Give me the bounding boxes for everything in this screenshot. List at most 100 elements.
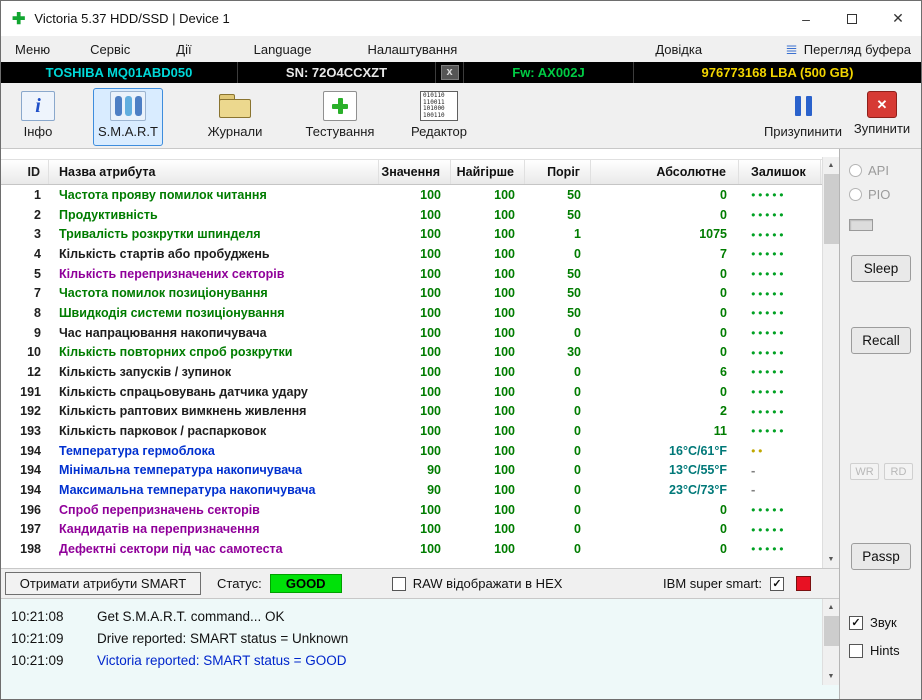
attr-worst: 100 (494, 345, 515, 360)
ibm-super-smart-checkbox[interactable]: ✓ (770, 576, 784, 591)
smart-attribute-row-194[interactable]: 194 Мінімальна температура накопичувача 90… (1, 460, 822, 480)
smart-status-bar: Отримати атрибути SMART Статус: GOOD RAW… (1, 568, 839, 599)
column-header-0[interactable]: ID (1, 160, 49, 184)
column-header-4[interactable]: Поріг (525, 160, 591, 184)
smart-attribute-row-9[interactable]: 9 Час напрацювання накопичувача 100 100 0 0 ●●… (1, 323, 822, 343)
attr-threshold: 0 (574, 502, 581, 517)
attr-absolute: 13°C/55°F (669, 463, 727, 478)
health-dots: ●●●●● (751, 210, 787, 219)
pio-radio[interactable]: PIO (849, 187, 890, 202)
attr-worst: 100 (494, 541, 515, 556)
log-scroll-down-button[interactable]: ▼ (823, 668, 839, 685)
log-scrollbar[interactable]: ▲ ▼ (822, 599, 839, 685)
health-dots: ●●●●● (751, 505, 787, 515)
menu-item-2[interactable]: Дії (176, 42, 191, 57)
smart-attribute-row-192[interactable]: 192 Кількість раптових вимкнень живлення 1… (1, 401, 822, 421)
buffer-view-button[interactable]: ≣ Перегляд буфера (785, 36, 911, 62)
scroll-down-button[interactable]: ▼ (823, 551, 839, 568)
menubar: Меню Сервіс Дії Language Налаштування Довідка… (1, 36, 921, 62)
close-button[interactable]: ✕ (875, 1, 921, 36)
smart-attribute-row-3[interactable]: 3 Тривалість розкрутки шпинделя 100 100 1 107… (1, 224, 822, 244)
attr-health: ●●●●● (739, 323, 821, 343)
attr-absolute: 0 (720, 502, 727, 517)
smart-attribute-row-7[interactable]: 7 Частота помилок позиціонування 100 100 50 0… (1, 283, 822, 303)
log-scroll-thumb[interactable] (824, 616, 839, 646)
stop-button[interactable]: ✕ Зупинити (847, 88, 917, 146)
attr-absolute: 0 (720, 207, 727, 222)
attr-id: 196 (20, 502, 41, 517)
recall-button[interactable]: Recall (851, 327, 911, 354)
smart-attribute-row-197[interactable]: 197 Кандидатів на перепризначення 100 100 0 0… (1, 519, 822, 539)
health-dots: ●●●●● (751, 544, 787, 554)
attr-id: 1 (34, 187, 41, 202)
hints-checkbox-box (849, 643, 863, 658)
smart-attribute-row-1[interactable]: 1 Частота прояву помилок читання 100 100 50 0… (1, 185, 822, 205)
attr-name: Кількість парковок / распарковок (59, 423, 267, 438)
raw-hex-checkbox[interactable]: RAW відображати в HEX (391, 576, 562, 591)
attr-id: 197 (20, 522, 41, 537)
smart-attribute-row-191[interactable]: 191 Кількість спрацьовувань датчика удару… (1, 382, 822, 402)
editor-tab-button[interactable]: 010110 110011 101000 100110 Редактор (403, 88, 475, 146)
smart-attribute-row-5[interactable]: 5 Кількість перепризначених секторів 100 10… (1, 264, 822, 284)
column-header-6[interactable]: Залишок (739, 160, 821, 184)
attr-name: Спроб перепризначень секторів (59, 502, 260, 517)
attr-id: 7 (34, 286, 41, 301)
smart-attribute-row-194[interactable]: 194 Максимальна температура накопичувача 9… (1, 480, 822, 500)
smart-attribute-row-194[interactable]: 194 Температура гермоблока 100 100 0 16°C/61°… (1, 441, 822, 461)
minimize-button[interactable]: – (783, 1, 829, 36)
smart-attribute-row-198[interactable]: 198 Дефектні сектори під час самотеста 100… (1, 539, 822, 559)
log-scroll-up-button[interactable]: ▲ (823, 599, 839, 616)
column-header-5[interactable]: Абсолютне (591, 160, 739, 184)
smart-attribute-row-8[interactable]: 8 Швидкодія системи позиціонування 100 100 5… (1, 303, 822, 323)
attr-worst: 100 (494, 207, 515, 222)
api-radio[interactable]: API (849, 163, 889, 178)
attr-value: 100 (420, 423, 441, 438)
wr-rd-buttons: WR RD (850, 463, 913, 480)
pause-button[interactable]: Призупинити (759, 88, 847, 146)
menu-item-4[interactable]: Налаштування (367, 42, 457, 57)
column-header-1[interactable]: Назва атрибута (49, 160, 379, 184)
menu-item-5[interactable]: Довідка (655, 42, 702, 57)
menu-item-0[interactable]: Меню (15, 42, 50, 57)
rd-button[interactable]: RD (884, 463, 913, 480)
menu-item-1[interactable]: Сервіс (90, 42, 130, 57)
testing-tab-button[interactable]: Тестування (299, 88, 381, 146)
smart-attribute-row-10[interactable]: 10 Кількість повторних спроб розкрутки 100… (1, 342, 822, 362)
sleep-button[interactable]: Sleep (851, 255, 911, 282)
sound-checkbox[interactable]: ✓ Звук (849, 615, 897, 630)
attr-name: Температура гермоблока (59, 443, 215, 458)
wr-button[interactable]: WR (850, 463, 879, 480)
hints-checkbox[interactable]: Hints (849, 643, 900, 658)
journals-tab-button[interactable]: Журнали (199, 88, 271, 146)
smart-attribute-row-4[interactable]: 4 Кількість стартів або пробуджень 100 100 0… (1, 244, 822, 264)
down-arrow-icon: ▼ (827, 673, 835, 680)
health-dash: - (751, 482, 756, 498)
column-header-2[interactable]: Значення (379, 160, 451, 184)
smart-attribute-row-196[interactable]: 196 Спроб перепризначень секторів 100 100 0 0… (1, 500, 822, 520)
maximize-button[interactable] (829, 1, 875, 36)
health-dots: ●●●●● (751, 426, 787, 436)
smart-tab-button[interactable]: S.M.A.R.T (93, 88, 163, 146)
pio-label: PIO (868, 187, 891, 202)
scroll-up-button[interactable]: ▲ (823, 157, 839, 174)
passp-button[interactable]: Passp (851, 543, 911, 570)
health-dots: ●●●●● (751, 308, 787, 318)
attr-absolute: 23°C/73°F (669, 482, 727, 497)
smart-attribute-row-2[interactable]: 2 Продуктивність 100 100 50 0 ●●●●● (1, 205, 822, 225)
attr-id: 8 (34, 305, 41, 320)
smart-attribute-row-12[interactable]: 12 Кількість запусків / зупинок 100 100 0 6 ●●… (1, 362, 822, 382)
attr-id: 193 (20, 423, 41, 438)
device-close-button[interactable]: x (440, 65, 459, 80)
info-tab-button[interactable]: i Інфо (9, 88, 67, 146)
table-scrollbar[interactable]: ▲ ▼ (822, 157, 839, 568)
smart-attribute-row-193[interactable]: 193 Кількість парковок / распарковок 100 10… (1, 421, 822, 441)
journals-label: Журнали (207, 124, 263, 139)
table-scroll-thumb[interactable] (824, 174, 839, 244)
smart-status-badge: GOOD (269, 574, 342, 593)
menu-item-3[interactable]: Language (254, 42, 312, 57)
stop-label: Зупинити (853, 121, 911, 136)
health-dots: ●●●●● (751, 190, 787, 200)
attr-value: 100 (420, 246, 441, 261)
get-smart-attributes-button[interactable]: Отримати атрибути SMART (5, 572, 201, 595)
column-header-3[interactable]: Найгірше (451, 160, 525, 184)
